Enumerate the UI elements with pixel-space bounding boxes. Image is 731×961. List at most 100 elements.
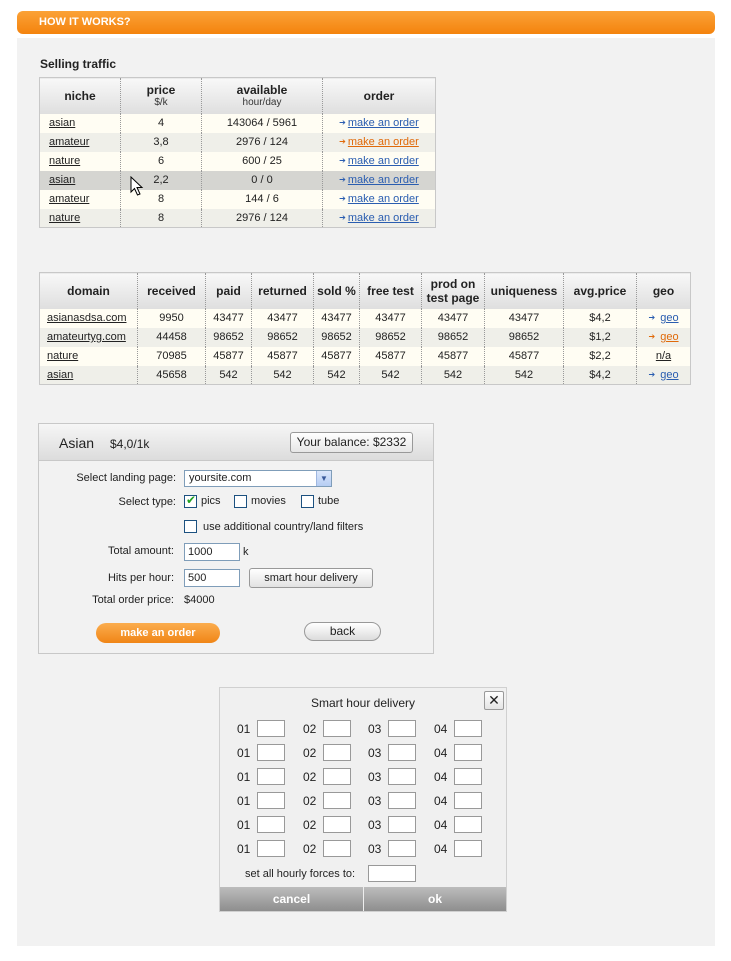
niche-link[interactable]: amateur	[49, 193, 89, 205]
make-order-link[interactable]: make an order	[348, 117, 419, 129]
table-row: asian 4 143064 / 5961 ➔ make an order	[39, 113, 436, 133]
hour-input[interactable]	[388, 840, 416, 857]
hour-input[interactable]	[323, 840, 351, 857]
niche-link[interactable]: nature	[49, 212, 80, 224]
country-filters-label: use additional country/land filters	[203, 521, 364, 533]
geo-link[interactable]: n/a	[656, 350, 671, 362]
domain-link[interactable]: nature	[47, 350, 78, 362]
domain-link[interactable]: amateurtyg.com	[47, 331, 126, 343]
hour-label: 03	[368, 770, 382, 784]
balance-button[interactable]: Your balance: $2332	[290, 432, 413, 453]
domain-link[interactable]: asianasdsa.com	[47, 312, 127, 324]
received-cell: 45658	[137, 365, 206, 385]
niche-link[interactable]: asian	[49, 117, 75, 129]
type-movies-checkbox[interactable]	[234, 495, 247, 508]
hour-input[interactable]	[323, 792, 351, 809]
type-tube-checkbox[interactable]	[301, 495, 314, 508]
total-amount-input[interactable]: 1000	[184, 543, 240, 561]
hour-input[interactable]	[388, 768, 416, 785]
domain-link[interactable]: asian	[47, 369, 73, 381]
sold-cell: 542	[313, 365, 360, 385]
hour-input[interactable]	[454, 816, 482, 833]
hour-input[interactable]	[323, 720, 351, 737]
col-avg-price: avg.price	[563, 272, 637, 309]
cancel-button[interactable]: cancel	[220, 887, 363, 911]
close-icon[interactable]: ✕	[484, 691, 504, 710]
type-tube-label: tube	[318, 495, 340, 507]
table-row: asianasdsa.com 9950 43477 43477 43477 43477 43…	[39, 308, 691, 328]
order-niche: Asian	[59, 435, 95, 451]
avg-price-cell: $4,2	[563, 365, 637, 385]
hour-input[interactable]	[388, 744, 416, 761]
sold-cell: 98652	[313, 327, 360, 347]
selling-traffic-title: Selling traffic	[40, 57, 117, 71]
hour-input[interactable]	[257, 840, 285, 857]
available-cell: 0 / 0	[201, 170, 323, 190]
prod-cell: 45877	[421, 346, 485, 366]
arrow-right-icon: ➔	[339, 212, 346, 222]
hour-label: 03	[368, 746, 382, 760]
make-order-link[interactable]: make an order	[348, 212, 419, 224]
landing-page-select[interactable]: yoursite.com ▼	[184, 470, 332, 487]
free-test-cell: 43477	[359, 308, 422, 328]
col-order: order	[322, 77, 436, 114]
hour-input[interactable]	[257, 720, 285, 737]
hour-input[interactable]	[454, 744, 482, 761]
geo-link[interactable]: geo	[660, 312, 678, 324]
type-pics-checkbox[interactable]	[184, 493, 197, 508]
hour-input[interactable]	[388, 816, 416, 833]
hits-per-hour-input[interactable]: 500	[184, 569, 240, 587]
chevron-down-icon[interactable]: ▼	[316, 471, 331, 486]
hour-input[interactable]	[388, 792, 416, 809]
col-sold: sold %	[313, 272, 360, 309]
hour-input[interactable]	[454, 768, 482, 785]
hour-label: 03	[368, 794, 382, 808]
hour-label: 02	[303, 842, 317, 856]
uniqueness-cell: 542	[484, 365, 564, 385]
niche-link[interactable]: asian	[49, 174, 75, 186]
hour-input[interactable]	[323, 816, 351, 833]
hour-input[interactable]	[388, 720, 416, 737]
hour-input[interactable]	[454, 840, 482, 857]
total-price-label: Total order price:	[92, 594, 174, 606]
col-prod-test-page: prod on test page	[421, 272, 485, 309]
niche-link[interactable]: amateur	[49, 136, 89, 148]
make-order-link[interactable]: make an order	[348, 155, 419, 167]
total-amount-label: Total amount:	[107, 545, 174, 557]
ok-button[interactable]: ok	[364, 887, 506, 911]
set-all-input[interactable]	[368, 865, 416, 882]
hour-label: 01	[237, 842, 251, 856]
make-order-link[interactable]: make an order	[348, 136, 419, 148]
country-filters-checkbox[interactable]	[184, 520, 197, 533]
make-order-link[interactable]: make an order	[348, 193, 419, 205]
hour-label: 03	[368, 818, 382, 832]
returned-cell: 98652	[251, 327, 314, 347]
geo-link[interactable]: geo	[660, 369, 678, 381]
hour-label: 02	[303, 722, 317, 736]
niche-link[interactable]: nature	[49, 155, 80, 167]
geo-link[interactable]: geo	[660, 331, 678, 343]
mouse-cursor-icon	[130, 176, 144, 196]
hour-input[interactable]	[323, 768, 351, 785]
hour-input[interactable]	[257, 792, 285, 809]
hour-input[interactable]	[454, 720, 482, 737]
hour-input[interactable]	[257, 816, 285, 833]
hour-label: 04	[434, 794, 448, 808]
smart-hour-dialog: Smart hour delivery ✕ 01 02 03 04 01 02 03 04 01…	[219, 687, 507, 912]
sold-cell: 43477	[313, 308, 360, 328]
type-pics-label: pics	[201, 495, 221, 507]
hour-label: 02	[303, 746, 317, 760]
free-test-cell: 45877	[359, 346, 422, 366]
make-order-button[interactable]: make an order	[96, 623, 220, 643]
back-button[interactable]: back	[304, 622, 381, 641]
hour-input[interactable]	[454, 792, 482, 809]
hour-input[interactable]	[257, 768, 285, 785]
hour-input[interactable]	[323, 744, 351, 761]
smart-hour-delivery-button[interactable]: smart hour delivery	[249, 568, 373, 588]
arrow-right-icon: ➔	[339, 118, 346, 127]
make-order-link[interactable]: make an order	[348, 174, 419, 186]
table-row: nature 8 2976 / 124 ➔ make an order	[39, 208, 436, 228]
avg-price-cell: $2,2	[563, 346, 637, 366]
hour-input[interactable]	[257, 744, 285, 761]
dialog-title: Smart hour delivery	[310, 696, 416, 710]
